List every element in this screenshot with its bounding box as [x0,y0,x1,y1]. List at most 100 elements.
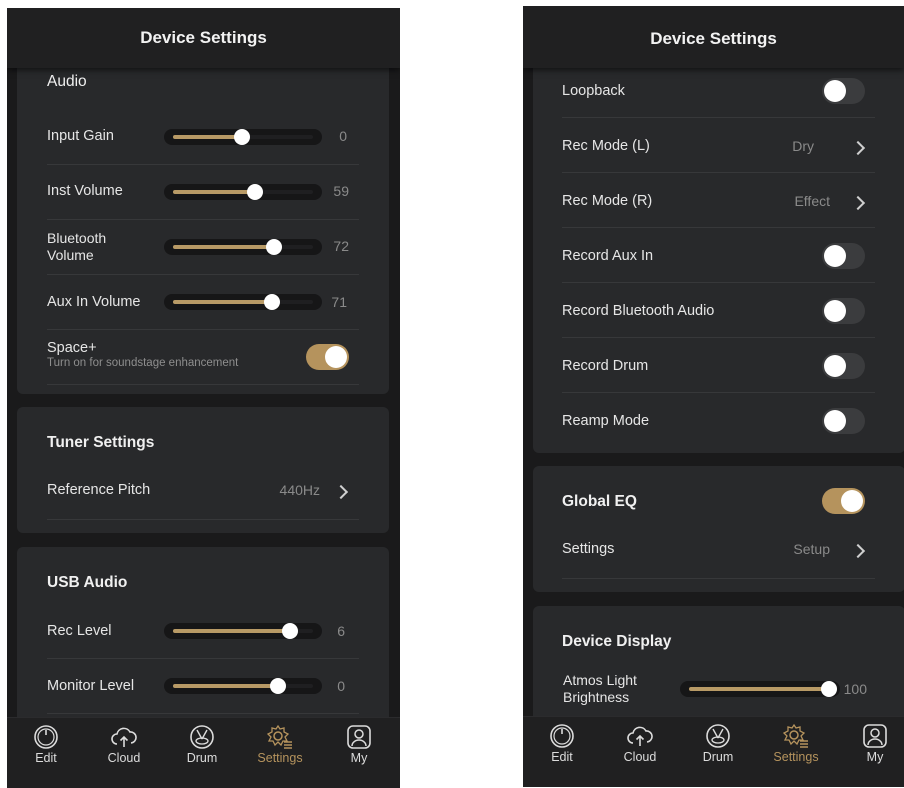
slider-knob[interactable] [282,623,298,639]
tab-cloud-label: Cloud [623,750,657,764]
slider-fill [173,300,272,304]
input-gain-slider[interactable] [164,129,322,145]
cloud-icon [111,727,137,747]
recording-card: Loopback Rec Mode (L) Dry Rec Mode (R) E… [533,50,904,453]
chevron-right-icon [850,195,866,211]
bluetooth-volume-row: Bluetooth Volume 72 [17,220,389,275]
power-knob-icon [550,724,574,748]
global-eq-title: Global EQ [562,493,637,510]
slider-knob[interactable] [270,678,286,694]
tab-drum-label: Drum [702,750,734,764]
record-aux-in-toggle[interactable] [822,243,865,269]
tab-settings-label: Settings [773,750,819,764]
power-knob-icon [34,725,58,749]
record-aux-in-row: Record Aux In [533,227,904,283]
record-bluetooth-audio-label: Record Bluetooth Audio [562,303,715,319]
slider-fill [173,629,290,633]
page-title: Device Settings [523,6,904,68]
bluetooth-volume-slider[interactable] [164,239,322,255]
tab-drum[interactable]: Drum [688,723,748,764]
user-icon [863,724,887,748]
rec-level-row: Rec Level 6 [17,604,389,659]
tab-drum[interactable]: Drum [172,724,232,765]
rec-level-label: Rec Level [47,623,112,639]
reamp-mode-toggle[interactable] [822,408,865,434]
toggle-knob [841,490,863,512]
chevron-right-icon [850,140,866,156]
reamp-mode-label: Reamp Mode [562,413,650,429]
tab-settings[interactable]: Settings [250,724,310,765]
record-bluetooth-audio-row: Record Bluetooth Audio [533,282,904,338]
chevron-right-icon [850,543,866,559]
reamp-mode-row: Reamp Mode [533,392,904,447]
tuner-title: Tuner Settings [47,434,155,451]
atmos-brightness-slider[interactable] [680,681,840,697]
tab-bar: Edit Cloud Drum Settings My [523,716,904,787]
drum-icon [190,725,214,749]
drum-icon [706,724,730,748]
rec-level-slider[interactable] [164,623,322,639]
tab-my[interactable]: My [845,723,904,764]
slider-fill [173,190,255,194]
tuner-card: Tuner Settings Reference Pitch 440Hz [17,407,389,533]
record-aux-in-label: Record Aux In [562,248,654,264]
atmos-brightness-label: Atmos Light Brightness [563,672,637,705]
space-plus-sublabel: Turn on for soundstage enhancement [47,357,239,369]
input-gain-label: Input Gain [47,128,114,144]
slider-knob[interactable] [264,294,280,310]
audio-card: Audio Input Gain 0 Inst Volume 59 Blueto… [17,48,389,394]
monitor-level-value: 0 [337,678,345,694]
tab-cloud[interactable]: Cloud [94,724,154,765]
atmos-brightness-row: Atmos Light Brightness 100 [533,666,904,721]
slider-knob[interactable] [247,184,263,200]
reference-pitch-row[interactable]: Reference Pitch 440Hz [17,465,389,520]
inst-volume-slider[interactable] [164,184,322,200]
device-display-title: Device Display [562,633,672,650]
tab-edit[interactable]: Edit [532,723,592,764]
rec-mode-r-label: Rec Mode (R) [562,193,653,209]
bluetooth-volume-label: Bluetooth Volume [47,230,107,263]
gear-icon [782,723,808,748]
tab-my[interactable]: My [329,724,389,765]
reference-pitch-value: 440Hz [279,482,320,498]
phone-screen-right: Device Settings Loopback Rec Mode (L) Dr… [523,6,904,787]
gear-icon [266,724,292,749]
user-icon [347,725,371,749]
rec-mode-l-row[interactable]: Rec Mode (L) Dry [533,117,904,173]
aux-in-volume-label: Aux In Volume [47,294,141,310]
tab-settings[interactable]: Settings [766,723,826,764]
record-bluetooth-audio-toggle[interactable] [822,298,865,324]
input-gain-value: 0 [339,128,347,144]
cloud-icon [627,726,653,746]
tab-bar: Edit Cloud Drum Settings My [7,717,400,788]
record-drum-toggle[interactable] [822,353,865,379]
slider-knob[interactable] [234,129,250,145]
tab-cloud[interactable]: Cloud [610,723,670,764]
tab-edit[interactable]: Edit [16,724,76,765]
aux-in-volume-slider[interactable] [164,294,322,310]
global-eq-settings-row[interactable]: Settings Setup [533,524,904,579]
rec-mode-r-row[interactable]: Rec Mode (R) Effect [533,172,904,228]
page-title: Device Settings [7,8,400,68]
loopback-label: Loopback [562,83,625,99]
rec-mode-r-value: Effect [794,193,830,209]
chevron-right-icon [333,484,349,500]
global-eq-toggle[interactable] [822,488,865,514]
rec-mode-l-value: Dry [792,138,814,154]
monitor-level-slider[interactable] [164,678,322,694]
slider-knob[interactable] [821,681,837,697]
space-plus-label: Space+ [47,340,97,356]
record-drum-label: Record Drum [562,358,649,374]
rec-mode-l-label: Rec Mode (L) [562,138,650,154]
tab-my-label: My [866,750,884,764]
input-gain-row: Input Gain 0 [17,110,389,165]
loopback-toggle[interactable] [822,78,865,104]
space-plus-row: Space+ Turn on for soundstage enhancemen… [17,330,389,385]
inst-volume-label: Inst Volume [47,183,123,199]
usb-audio-title: USB Audio [47,574,128,591]
slider-knob[interactable] [266,239,282,255]
inst-volume-value: 59 [333,183,349,199]
space-plus-toggle[interactable] [306,344,349,370]
slider-fill [173,245,274,249]
aux-in-volume-row: Aux In Volume 71 [17,275,389,330]
